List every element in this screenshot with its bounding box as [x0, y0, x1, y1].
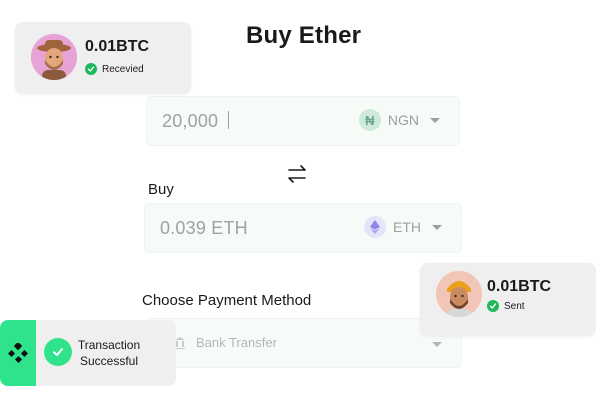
pay-currency-select[interactable]: ₦ NGN [358, 109, 440, 131]
avatar [31, 34, 77, 80]
received-amount: 0.01BTC [85, 38, 150, 55]
brand-logo-icon [8, 343, 28, 363]
toast-line-2: Successful [79, 354, 139, 368]
toast-message: Transaction Successful [76, 337, 142, 369]
sent-notification-card: 0.01BTC Sent [420, 263, 596, 336]
sent-status: Sent [487, 300, 525, 312]
payment-method-value: Bank Transfer [196, 335, 277, 350]
buy-currency-select[interactable]: ETH [364, 216, 442, 238]
pay-amount-field[interactable]: 20,000 ₦ NGN [146, 96, 460, 146]
buy-amount-field[interactable]: 0.039 ETH ETH [144, 203, 462, 253]
received-notification-card: 0.01BTC Recevied [15, 22, 191, 94]
payment-method-label: Choose Payment Method [142, 292, 312, 309]
page-title: Buy Ether [246, 22, 362, 49]
text-caret [228, 111, 229, 129]
buy-amount-input[interactable]: 0.039 ETH [160, 218, 248, 239]
naira-icon: ₦ [358, 109, 381, 131]
buy-currency-label: ETH [393, 219, 421, 235]
check-icon [487, 300, 499, 312]
sent-amount: 0.01BTC [487, 278, 552, 295]
eth-icon [364, 216, 386, 238]
toast-line-1: Transaction [77, 338, 141, 352]
avatar [436, 271, 482, 317]
received-status: Recevied [85, 63, 144, 75]
chevron-down-icon [430, 117, 440, 123]
pay-currency-label: NGN [387, 112, 419, 128]
check-icon [44, 338, 72, 366]
pay-amount-input[interactable]: 20,000 [162, 111, 218, 132]
received-status-label: Recevied [102, 63, 144, 75]
chevron-down-icon [432, 224, 442, 230]
buy-label: Buy [148, 181, 174, 198]
transaction-toast: Transaction Successful [0, 320, 176, 386]
payment-method-select[interactable]: Bank Transfer [144, 318, 462, 368]
swap-arrows-icon[interactable] [286, 164, 308, 184]
check-icon [85, 63, 97, 75]
sent-status-label: Sent [504, 300, 525, 312]
chevron-down-icon [432, 342, 442, 347]
